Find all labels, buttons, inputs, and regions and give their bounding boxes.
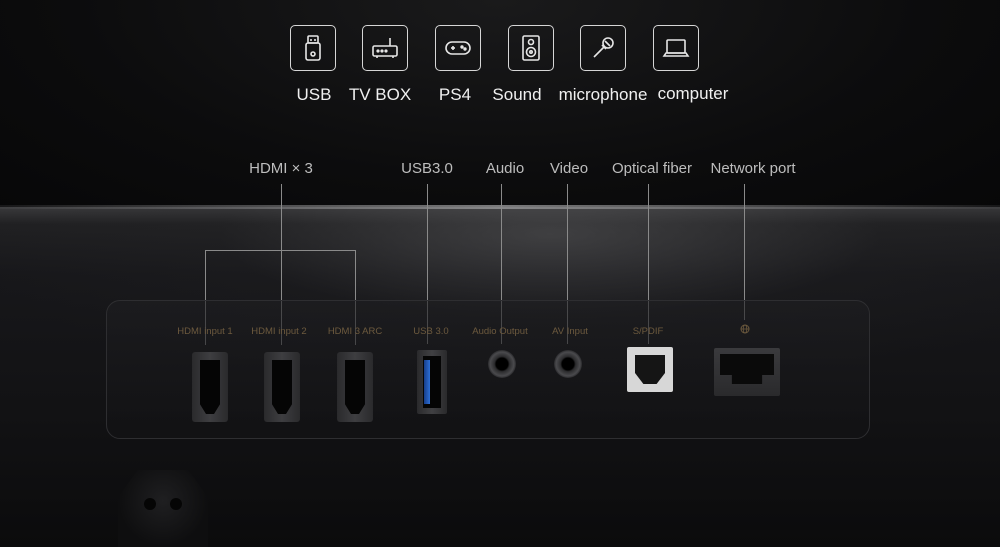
port-label-hdmi1: HDMI input 1 (177, 326, 233, 337)
laptop-icon (653, 25, 699, 71)
header-network: Network port (710, 160, 796, 177)
device-icon-row: USB TV BOX PS4 Sound microphone computer (0, 0, 1000, 120)
header-video: Video (549, 160, 589, 177)
device-label-microphone: microphone (558, 85, 648, 104)
header-usb: USB3.0 (401, 160, 453, 177)
hdmi-port-3-arc (337, 352, 373, 422)
av-input-jack (554, 350, 582, 378)
port-label-audio-output: Audio Output (472, 326, 528, 337)
power-socket (118, 470, 208, 547)
device-label-ps4: PS4 (438, 85, 472, 104)
port-label-av-input: AV Input (552, 326, 588, 337)
device-top-edge (0, 205, 1000, 209)
callout-bracket-hdmi (205, 250, 355, 251)
device-label-sound: Sound (492, 85, 542, 104)
header-audio: Audio (485, 160, 525, 177)
device-label-computer: computer (657, 84, 729, 103)
usb3-port (417, 350, 447, 414)
callout-line-hdmi (281, 184, 282, 250)
port-label-hdmi3: HDMI 3 ARC (327, 326, 383, 337)
gamepad-icon (435, 25, 481, 71)
port-label-usb: USB 3.0 (413, 326, 449, 337)
speaker-icon (508, 25, 554, 71)
network-globe-icon (740, 324, 750, 334)
audio-output-jack (488, 350, 516, 378)
header-optical: Optical fiber (611, 160, 693, 177)
ethernet-port (714, 348, 780, 396)
tv-box-icon (362, 25, 408, 71)
header-hdmi: HDMI × 3 (249, 160, 313, 177)
port-label-spdif: S/PDIF (632, 326, 664, 337)
device-label-tv-box: TV BOX (348, 85, 412, 104)
usb-drive-icon (290, 25, 336, 71)
spdif-optical-port (627, 347, 673, 392)
device-label-usb: USB (296, 85, 332, 104)
port-label-hdmi2: HDMI input 2 (251, 326, 307, 337)
hdmi-port-2 (264, 352, 300, 422)
microphone-icon (580, 25, 626, 71)
hdmi-port-1 (192, 352, 228, 422)
